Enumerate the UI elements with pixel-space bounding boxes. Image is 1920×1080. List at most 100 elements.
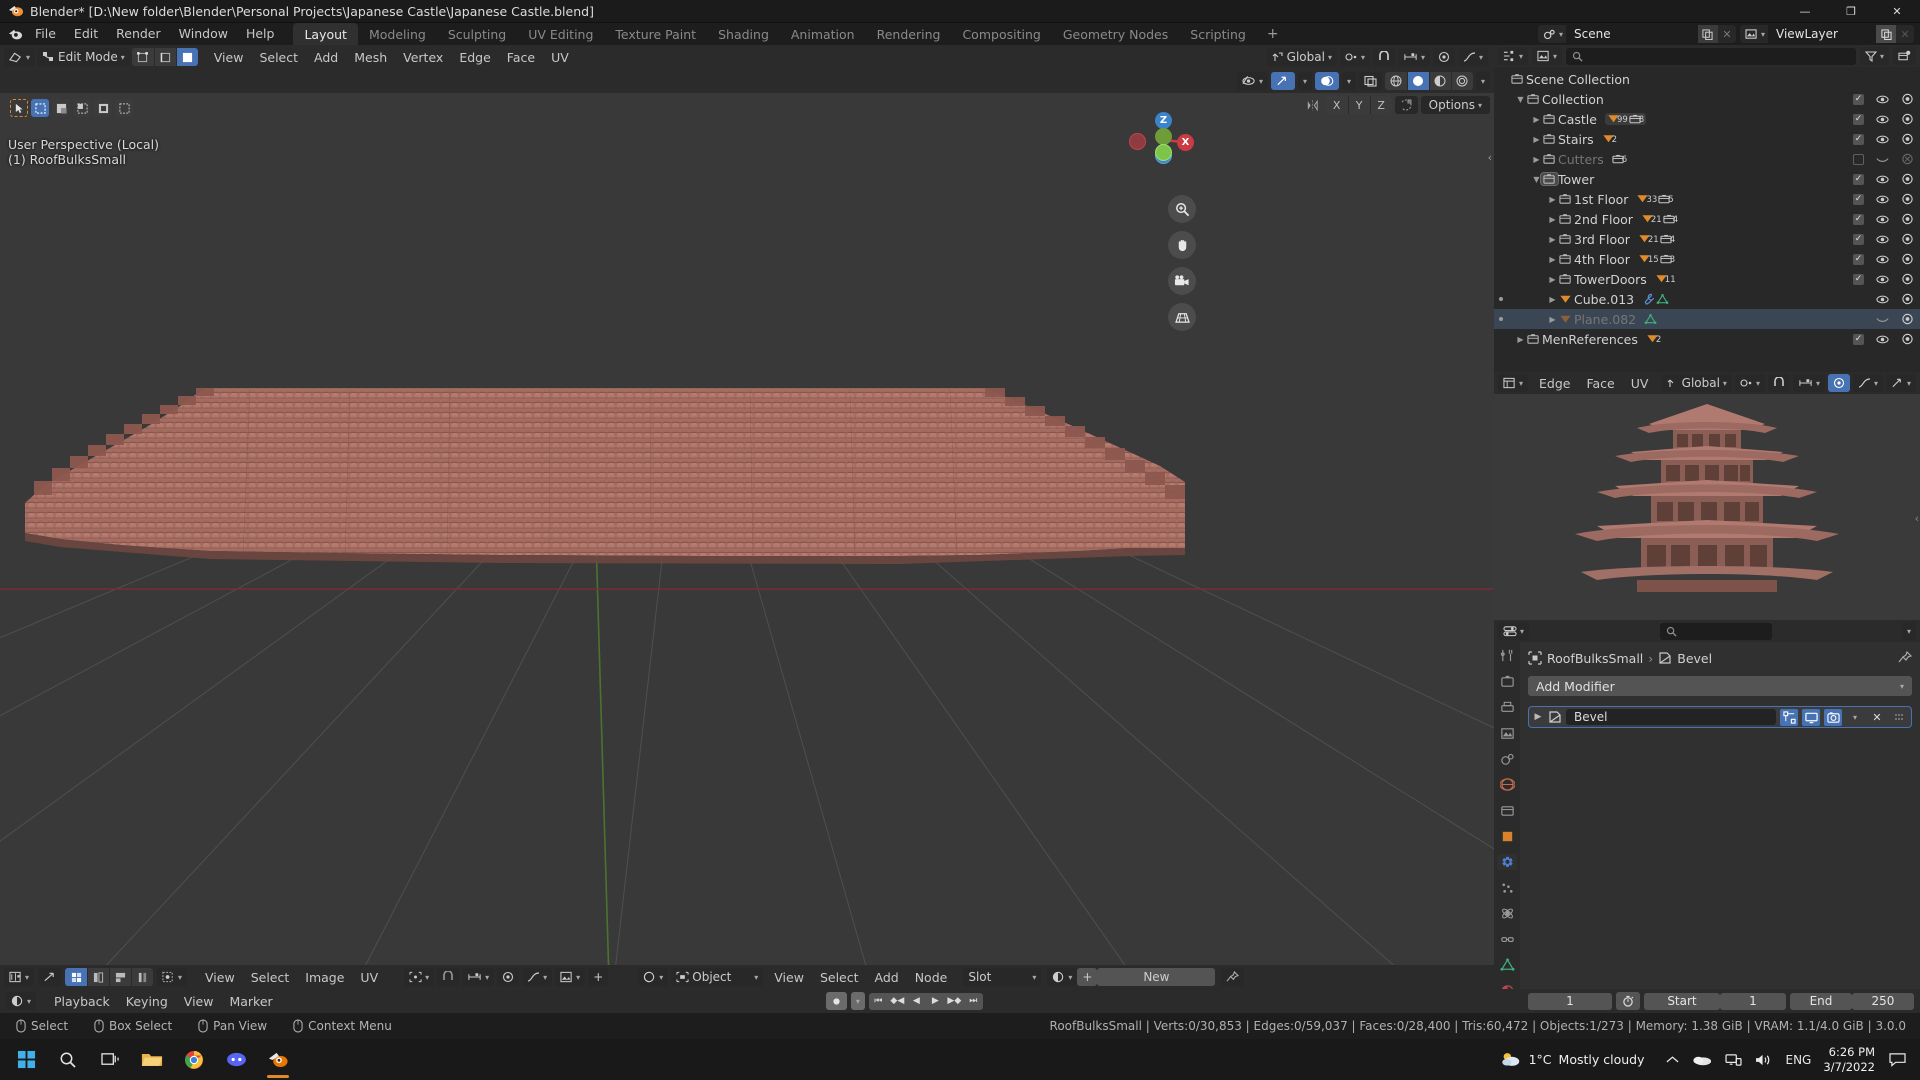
render-visibility-icon[interactable] xyxy=(1901,173,1914,185)
bottom-uv-menu-image[interactable]: Image xyxy=(297,969,352,986)
symmetry-axis-group[interactable]: X Y Z xyxy=(1325,96,1392,114)
exclude-checkbox[interactable]: ✓ xyxy=(1853,273,1864,285)
language-indicator[interactable]: ENG xyxy=(1785,1053,1811,1067)
render-visibility-icon[interactable] xyxy=(1901,213,1914,225)
visibility-eye-icon[interactable] xyxy=(1876,174,1889,185)
proportional-edit-button[interactable] xyxy=(1432,48,1455,66)
outliner-filter-button[interactable]: ▾ xyxy=(1859,47,1889,65)
uv-image-browse-button[interactable]: ▾ xyxy=(555,968,586,986)
start-icon[interactable] xyxy=(6,1040,46,1080)
end-frame-field[interactable]: 250 xyxy=(1851,992,1914,1010)
current-frame-field[interactable]: 1 xyxy=(1527,992,1612,1010)
modifier-close-icon[interactable]: ✕ xyxy=(1868,709,1886,726)
tab-world[interactable] xyxy=(1497,777,1517,793)
gizmo-dropdown-button[interactable]: ▾ xyxy=(1297,72,1312,90)
snap-to-button[interactable]: ▾ xyxy=(1397,48,1430,66)
options-button[interactable]: Options ▾ xyxy=(1420,96,1490,114)
uv-editor-canvas[interactable] xyxy=(1494,394,1920,620)
disclosure-triangle-icon[interactable]: ▶ xyxy=(1516,335,1525,344)
material-slot-selector[interactable]: Slot ▾ xyxy=(963,968,1042,986)
menu-file[interactable]: File xyxy=(26,24,65,44)
tab-modifiers[interactable] xyxy=(1497,854,1517,871)
new-viewlayer-icon[interactable] xyxy=(1876,25,1896,43)
disclosure-triangle-icon[interactable]: ▶ xyxy=(1548,295,1557,304)
zoom-icon[interactable] xyxy=(1168,195,1196,223)
start-frame-field[interactable]: 1 xyxy=(1719,992,1786,1010)
gizmo-toggle-button[interactable] xyxy=(1270,72,1295,90)
viewport-menu-add[interactable]: Add xyxy=(306,49,346,66)
workspace-tab-compositing[interactable]: Compositing xyxy=(951,23,1051,45)
material-preview-shading-button[interactable] xyxy=(1428,72,1451,90)
new-collection-button[interactable] xyxy=(1893,47,1916,65)
visibility-eye-icon[interactable] xyxy=(1876,234,1889,245)
xray-toggle-button[interactable] xyxy=(1358,72,1382,90)
uv-island-select-button[interactable] xyxy=(131,968,154,986)
render-visibility-icon[interactable] xyxy=(1901,253,1914,265)
gizmo-y-axis[interactable] xyxy=(1155,144,1172,161)
outliner-row-castle[interactable]: ▶ Castle 99 8 ✓ xyxy=(1494,109,1920,129)
workspace-tab-animation[interactable]: Animation xyxy=(780,23,866,45)
breadcrumb-modifier-label[interactable]: Bevel xyxy=(1677,651,1712,666)
tab-scene[interactable] xyxy=(1497,751,1517,767)
outliner-row-scene-collection[interactable]: Scene Collection xyxy=(1494,69,1920,89)
disclosure-triangle-icon[interactable]: ▶ xyxy=(1532,155,1541,164)
uv-snap-button[interactable] xyxy=(1767,374,1790,392)
camera-icon[interactable] xyxy=(1168,267,1196,295)
breadcrumb-object-label[interactable]: RoofBulksSmall xyxy=(1547,651,1643,666)
uv-orientation-button[interactable]: Global ▾ xyxy=(1661,374,1732,392)
viewport-canvas[interactable]: User Perspective (Local) (1) RoofBulksSm… xyxy=(0,93,1494,1015)
render-visibility-icon[interactable] xyxy=(1901,93,1914,105)
visibility-eye-icon[interactable] xyxy=(1876,274,1889,285)
exclude-checkbox[interactable]: ✓ xyxy=(1853,93,1864,105)
onedrive-icon[interactable] xyxy=(1692,1053,1712,1066)
outliner-row-cutters[interactable]: ▶ Cutters 6 xyxy=(1494,149,1920,169)
select-intersect-tool-icon[interactable] xyxy=(115,99,133,117)
timeline-editor-type-button[interactable]: ▾ xyxy=(6,992,37,1010)
new-material-button[interactable]: New xyxy=(1097,968,1216,986)
disclosure-triangle-icon[interactable]: ▶ xyxy=(1532,115,1541,124)
auto-keying-button[interactable] xyxy=(825,992,847,1010)
menu-help[interactable]: Help xyxy=(237,24,284,44)
blender-icon[interactable] xyxy=(258,1040,298,1080)
close-button[interactable]: ✕ xyxy=(1874,0,1920,23)
exclude-checkbox[interactable]: ✓ xyxy=(1853,253,1864,265)
tab-object[interactable] xyxy=(1497,829,1517,845)
shading-mode-group[interactable] xyxy=(1384,72,1473,90)
uv-editor-type-button[interactable]: ▾ xyxy=(1498,374,1529,392)
gizmo-y-axis-neg[interactable] xyxy=(1155,128,1172,145)
select-extend-tool-icon[interactable] xyxy=(52,99,70,117)
gizmo-x-axis[interactable]: X xyxy=(1177,134,1194,151)
uv-proportional2-button[interactable] xyxy=(497,968,520,986)
minimize-button[interactable]: — xyxy=(1782,0,1828,23)
viewlayer-selector[interactable]: ▾ ViewLayer ✕ xyxy=(1739,25,1914,43)
properties-search-input[interactable] xyxy=(1659,622,1772,640)
render-visibility-icon[interactable] xyxy=(1901,193,1914,205)
exclude-checkbox[interactable]: ✓ xyxy=(1853,173,1864,185)
vertex-select-mode-button[interactable] xyxy=(131,48,154,66)
disclosure-triangle-icon[interactable]: ▶ xyxy=(1548,235,1557,244)
viewport-menu-select[interactable]: Select xyxy=(251,49,306,66)
shader-type-selector[interactable]: Object ▾ xyxy=(671,968,764,986)
render-visibility-icon[interactable] xyxy=(1901,273,1914,285)
node-menu-node[interactable]: Node xyxy=(907,969,956,986)
tab-collection[interactable] xyxy=(1497,803,1517,819)
uv-sidebar-toggle-icon[interactable]: ‹ xyxy=(1915,512,1919,525)
render-visibility-icon[interactable] xyxy=(1901,233,1914,245)
uv-snap2-button[interactable] xyxy=(437,968,460,986)
outliner-row-3rd-floor[interactable]: ▶ 3rd Floor 21 4 ✓ xyxy=(1494,229,1920,249)
transform-orientation-button[interactable]: Global ▾ xyxy=(1266,48,1337,66)
render-visibility-icon[interactable] xyxy=(1901,333,1914,345)
material-browse-icon[interactable]: ▾ xyxy=(1047,968,1078,986)
modifier-card-bevel[interactable]: ▶ Bevel ▾ ✕ xyxy=(1528,706,1912,728)
viewport-menu-view[interactable]: View xyxy=(206,49,252,66)
outliner-row-plane-082[interactable]: ▶ Plane.082 xyxy=(1494,309,1920,329)
viewport-menu-uv[interactable]: UV xyxy=(543,49,577,66)
uv-vertex-select-button[interactable] xyxy=(65,968,88,986)
outliner-row-towerdoors[interactable]: ▶ TowerDoors 11 ✓ xyxy=(1494,269,1920,289)
uv-select-tool-button[interactable] xyxy=(38,968,62,986)
tab-constraints[interactable] xyxy=(1497,932,1517,948)
disclosure-triangle-icon[interactable]: ▶ xyxy=(1532,135,1541,144)
tweak-tool-icon[interactable] xyxy=(10,99,28,117)
render-display-icon[interactable] xyxy=(1824,708,1842,726)
render-visibility-icon[interactable] xyxy=(1901,153,1914,165)
